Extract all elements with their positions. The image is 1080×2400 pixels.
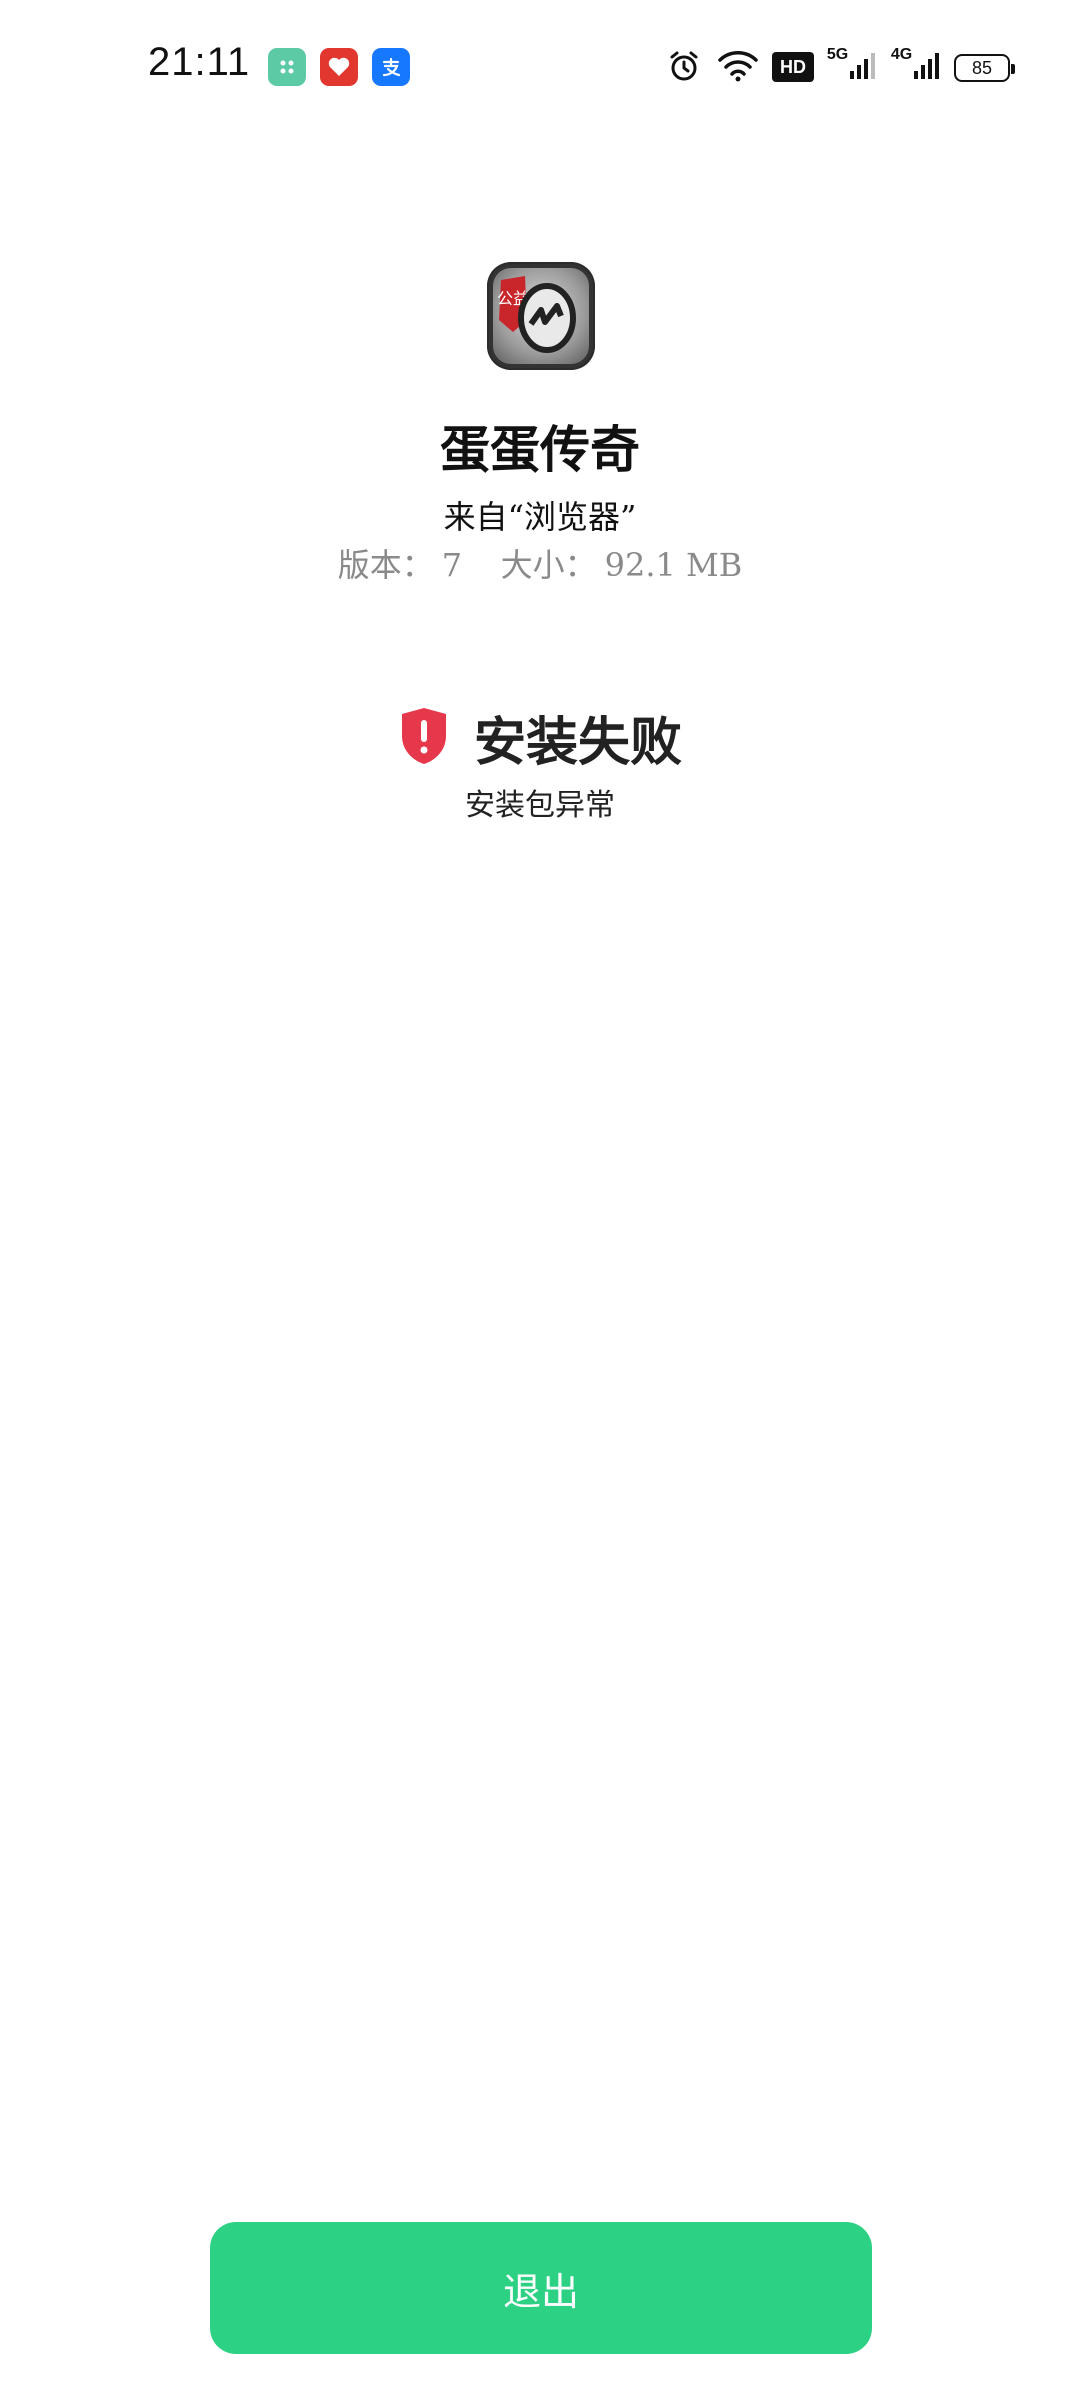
- hd-voice-icon: HD: [772, 52, 814, 82]
- status-time: 21:11: [148, 40, 251, 84]
- version-value: 7: [441, 546, 463, 584]
- version-label: 版本：: [337, 546, 434, 584]
- install-result-screen: 21:11 HD 5G 4G 85 公益 蛋蛋传奇 来自“浏览器” 版本： 7 …: [0, 0, 1080, 2400]
- egg-legend-app-icon: 公益: [487, 262, 595, 370]
- signal-5g-icon: 5G: [826, 44, 876, 88]
- red-heart-app-icon: [320, 48, 358, 86]
- app-source: 来自“浏览器”: [443, 498, 637, 536]
- alipay-icon: [372, 48, 410, 86]
- exit-button[interactable]: 退出: [210, 2222, 872, 2354]
- signal-5g-label: 5G: [826, 46, 849, 63]
- size-value: 92.1 MB: [604, 546, 743, 584]
- install-status-message: 安装包异常: [465, 788, 615, 823]
- signal-4g-icon: 4G: [890, 44, 940, 88]
- install-status-row: 安装失败: [0, 700, 1080, 775]
- wifi-icon: [716, 44, 760, 88]
- app-meta: 版本： 7 大小： 92.1 MB: [0, 540, 1080, 586]
- signal-4g-label: 4G: [890, 46, 913, 63]
- green-app-icon: [268, 48, 306, 86]
- warning-shield-icon: [398, 706, 450, 770]
- app-title: 蛋蛋传奇: [440, 420, 640, 479]
- battery-icon: 85: [954, 54, 1015, 82]
- install-status-title: 安装失败: [473, 712, 682, 773]
- size-label: 大小：: [500, 546, 597, 584]
- alarm-icon: [664, 44, 704, 88]
- status-bar: 21:11 HD 5G 4G 85: [0, 0, 1080, 132]
